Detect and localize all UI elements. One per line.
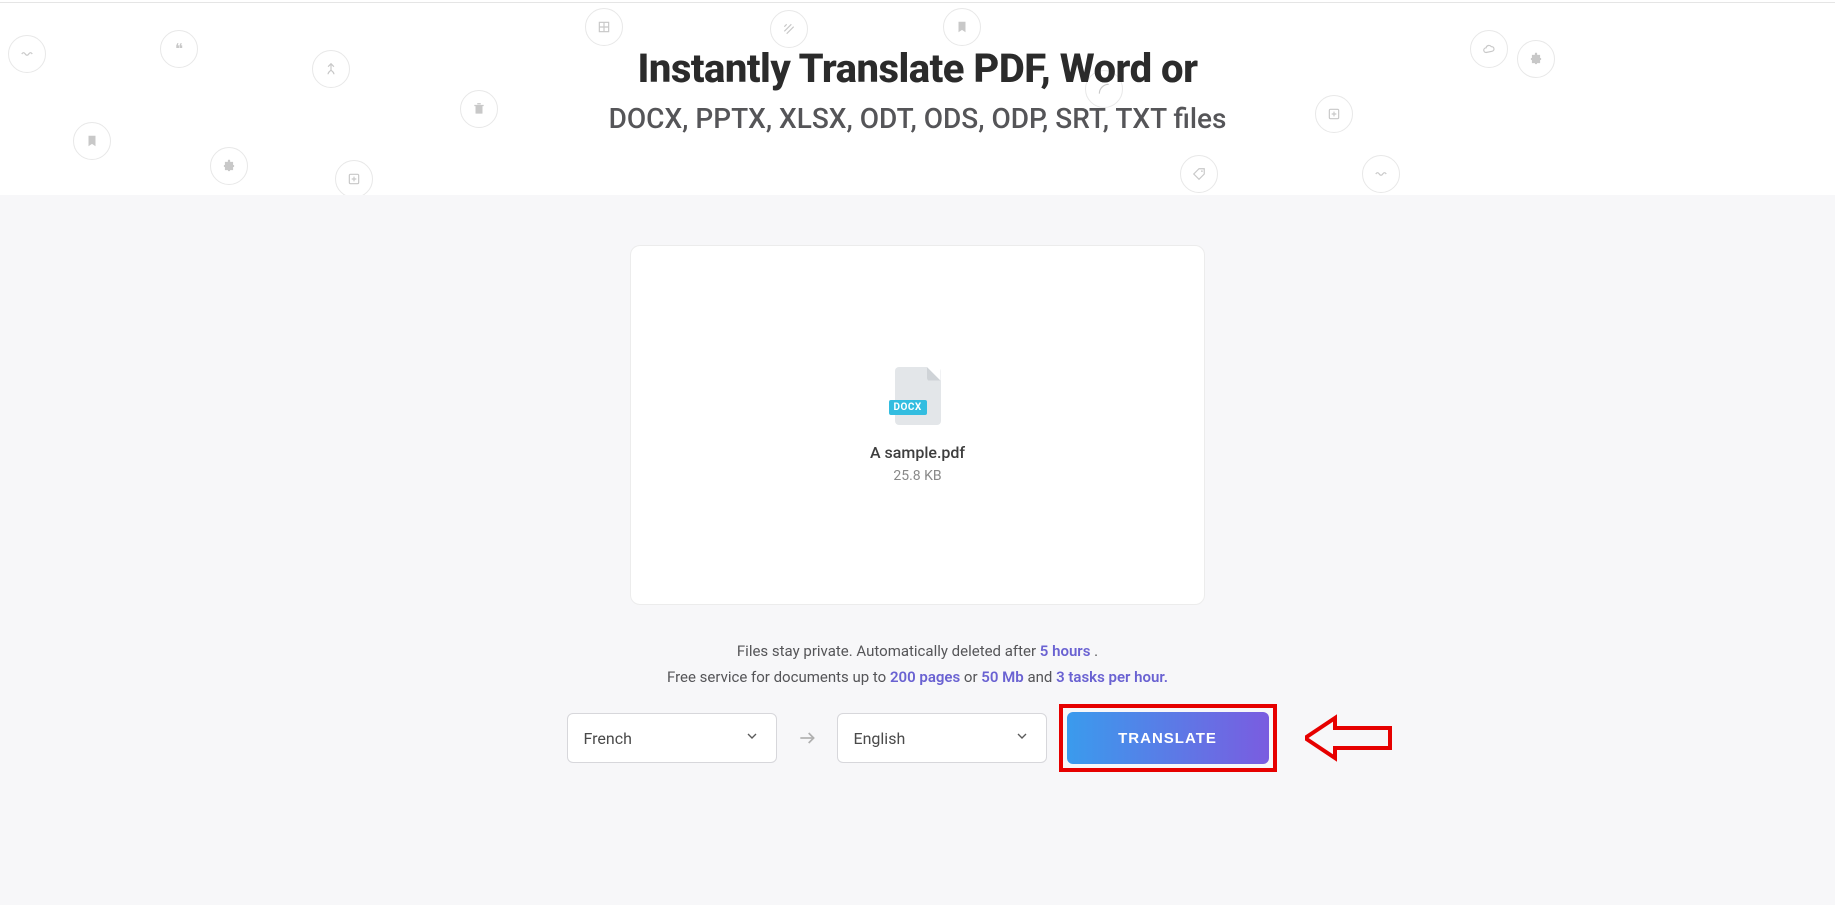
- info-line-2: Free service for documents up to 200 pag…: [667, 665, 1168, 691]
- translate-button[interactable]: TRANSLATE: [1067, 712, 1269, 764]
- uploaded-file: DOCX A sample.pdf 25.8 KB: [870, 367, 965, 484]
- bg-icon-plus: [335, 160, 373, 198]
- annotation-arrow-icon: [1305, 713, 1395, 763]
- source-language-value: French: [584, 729, 632, 748]
- file-name: A sample.pdf: [870, 443, 965, 462]
- file-type-badge: DOCX: [889, 400, 927, 415]
- translate-button-wrap: TRANSLATE: [1067, 712, 1269, 764]
- file-icon: DOCX: [895, 367, 941, 425]
- bg-icon-wave2: [1362, 155, 1400, 193]
- page-subtitle: DOCX, PPTX, XLSX, ODT, ODS, ODP, SRT, TX…: [0, 102, 1835, 135]
- bg-icon-tag: [1180, 155, 1218, 193]
- arrow-right-icon: [797, 728, 817, 748]
- controls-row: French English TRANSLATE: [567, 712, 1269, 764]
- main-panel: DOCX A sample.pdf 25.8 KB Files stay pri…: [0, 195, 1835, 905]
- chevron-down-icon: [744, 728, 760, 748]
- target-language-value: English: [854, 729, 906, 748]
- source-language-select[interactable]: French: [567, 713, 777, 763]
- file-size: 25.8 KB: [893, 468, 941, 484]
- info-line-1: Files stay private. Automatically delete…: [667, 639, 1168, 665]
- chevron-down-icon: [1014, 728, 1030, 748]
- hero-section: Instantly Translate PDF, Word or DOCX, P…: [0, 0, 1835, 160]
- file-drop-card[interactable]: DOCX A sample.pdf 25.8 KB: [630, 245, 1205, 605]
- page-title: Instantly Translate PDF, Word or: [0, 45, 1835, 92]
- target-language-select[interactable]: English: [837, 713, 1047, 763]
- info-text: Files stay private. Automatically delete…: [667, 639, 1168, 690]
